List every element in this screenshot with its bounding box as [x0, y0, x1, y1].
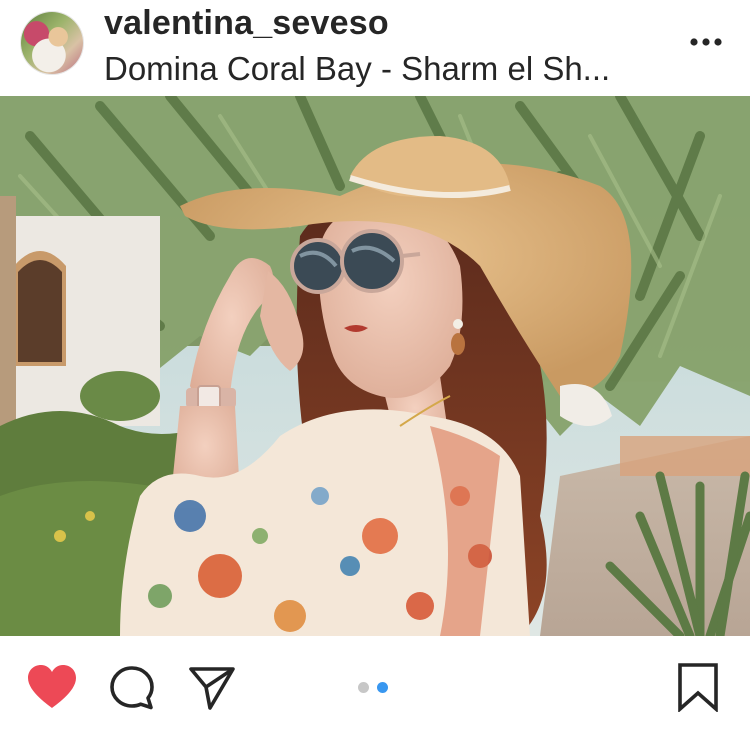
save-button[interactable]: [672, 660, 724, 714]
carousel-dot-1: [358, 682, 369, 693]
username[interactable]: valentina_seveso: [104, 4, 389, 43]
post-photo[interactable]: [0, 96, 750, 636]
avatar[interactable]: [21, 12, 83, 74]
more-options-button[interactable]: [686, 22, 726, 62]
share-icon: [189, 667, 235, 710]
like-button[interactable]: [24, 662, 80, 712]
bookmark-icon: [678, 663, 718, 712]
carousel-indicator: [358, 682, 388, 693]
comment-button[interactable]: [106, 662, 158, 714]
action-bar: [0, 636, 750, 730]
carousel-dot-2-active: [377, 682, 388, 693]
more-horizontal-icon: [690, 38, 722, 46]
heart-icon: [28, 665, 76, 708]
post-header: valentina_seveso Domina Coral Bay - Shar…: [0, 0, 750, 96]
share-button[interactable]: [186, 662, 238, 714]
comment-icon: [110, 666, 154, 710]
location-link[interactable]: Domina Coral Bay - Sharm el Sh...: [104, 50, 664, 88]
